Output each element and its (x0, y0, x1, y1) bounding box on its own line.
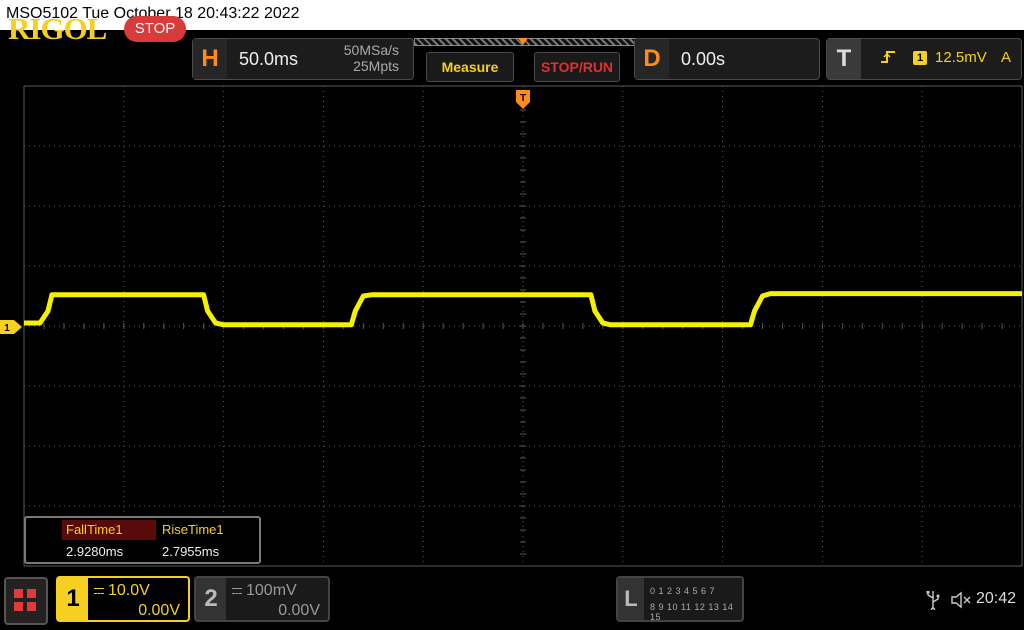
channel1-scale: 10.0V (94, 582, 150, 600)
logic-label: L (618, 578, 644, 620)
rise-time-label: RiseTime1 (158, 520, 252, 540)
fall-time-value: 2.9280ms (66, 544, 124, 559)
channel2-offset: 0.00V (278, 602, 320, 619)
channel1-panel[interactable]: 1 10.0V 0.00V (56, 576, 190, 622)
system-clock: 20:42 (976, 590, 1017, 607)
channel2-panel[interactable]: 2 100mV 0.00V (194, 576, 330, 622)
channel1-trace (24, 291, 1022, 328)
logic-analyzer-panel[interactable]: L 0 1 2 3 4 5 6 7 8 9 10 11 12 13 14 15 (616, 576, 744, 622)
channel2-scale: 100mV (232, 582, 297, 600)
menu-grid-icon (27, 602, 36, 611)
dc-coupling-icon (232, 587, 242, 594)
trigger-marker: T (516, 90, 530, 109)
channel1-ground-label: 1 (4, 323, 10, 334)
channel1-number: 1 (58, 578, 88, 620)
graticule (23, 85, 1023, 567)
logic-channels-low: 0 1 2 3 4 5 6 7 (650, 586, 716, 596)
channel1-scale-value: 10.0V (108, 582, 150, 599)
menu-grid-icon (14, 602, 23, 611)
fall-time-label: FallTime1 (62, 520, 156, 540)
rise-time-value: 2.7955ms (162, 544, 220, 559)
menu-grid-icon (27, 589, 36, 598)
channel2-scale-value: 100mV (246, 582, 297, 599)
menu-grid-icon (14, 589, 23, 598)
dc-coupling-icon (94, 587, 104, 594)
usb-icon (926, 591, 940, 610)
speaker-muted-icon[interactable] (950, 590, 972, 610)
main-menu-button[interactable] (4, 577, 48, 625)
channel1-offset: 0.00V (138, 602, 180, 619)
measurement-panel[interactable]: FallTime1 RiseTime1 2.9280ms 2.7955ms (24, 516, 261, 564)
channel1-ground-marker[interactable]: 1 (0, 320, 22, 334)
trigger-marker-label: T (520, 93, 526, 104)
channel2-number: 2 (196, 578, 226, 620)
logic-channels-high: 8 9 10 11 12 13 14 15 (650, 602, 734, 622)
